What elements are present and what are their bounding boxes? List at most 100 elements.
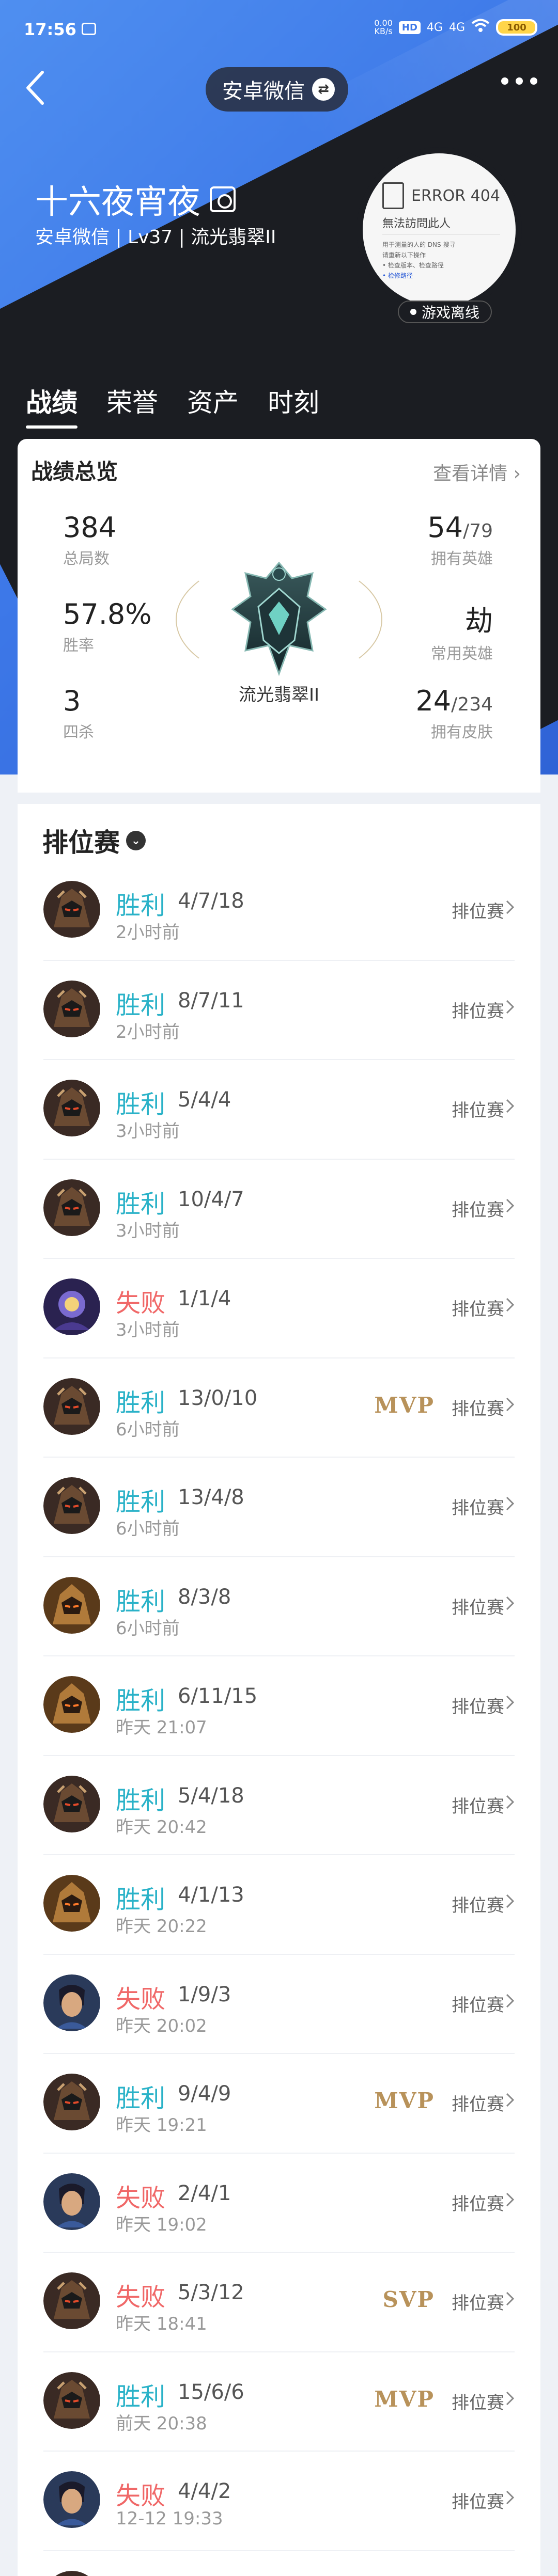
- match-kda: 10/4/7: [178, 1187, 244, 1211]
- match-time: 昨天 20:22: [116, 1916, 207, 1937]
- match-mode: 排位赛: [452, 1995, 504, 2016]
- match-time: 6小时前: [116, 1419, 180, 1440]
- match-row[interactable]: 胜利 4/1/13 昨天 20:22 排位赛: [43, 1855, 515, 1955]
- chevron-right-icon: [505, 2192, 515, 2207]
- hero-avatar-icon: [43, 2074, 100, 2130]
- tab-record[interactable]: 战绩: [26, 382, 78, 429]
- match-row[interactable]: 胜利 9/4/9 昨天 19:21 MVP 排位赛: [43, 2054, 515, 2154]
- status-dot-icon: [410, 309, 416, 315]
- match-mode: 排位赛: [452, 1697, 504, 1717]
- match-mode: 排位赛: [452, 1199, 504, 1221]
- back-button[interactable]: [21, 67, 52, 108]
- stat-heroes-label: 拥有英雄: [431, 550, 493, 568]
- match-result: 失败: [116, 2183, 166, 2212]
- match-row[interactable]: 胜利 13/4/8 6小时前 排位赛: [43, 1458, 515, 1557]
- match-mode: 排位赛: [452, 2293, 504, 2314]
- stat-common-hero-label: 常用英雄: [431, 645, 493, 663]
- match-time: 昨天 21:07: [116, 1717, 207, 1738]
- more-button[interactable]: [501, 77, 537, 85]
- match-kda: 15/6/6: [178, 2380, 244, 2404]
- chevron-right-icon: [505, 2391, 515, 2406]
- chevron-right-icon: [505, 1397, 515, 1412]
- match-row[interactable]: 胜利 8/7/11 2小时前 排位赛: [43, 961, 515, 1060]
- match-mode: 排位赛: [452, 1597, 504, 1618]
- hero-avatar-icon: [43, 1974, 100, 2031]
- chevron-right-icon: [505, 1098, 515, 1114]
- stat-quadra-label: 四杀: [63, 723, 94, 741]
- stat-common-hero[interactable]: 劫 常用英雄: [431, 598, 493, 663]
- match-row[interactable]: 胜利 15/6/6 前天 20:38 MVP 排位赛: [43, 2352, 515, 2452]
- match-result: 胜利: [116, 891, 166, 920]
- hero-avatar-icon: [43, 1676, 100, 1733]
- chevron-right-icon: [505, 899, 515, 915]
- chevron-right-icon: [505, 1297, 515, 1313]
- stat-total-games-value: 384: [63, 511, 117, 544]
- stat-skins-value: 24: [415, 685, 452, 717]
- match-result: 失败: [116, 1984, 166, 2014]
- chevron-right-icon: [505, 999, 515, 1015]
- hero-avatar-icon: [43, 2471, 100, 2528]
- hero-avatar-icon: [43, 1875, 100, 1932]
- avatar-bullet2: • 检修路径: [382, 272, 413, 279]
- match-time: 昨天 20:02: [116, 2015, 207, 2036]
- match-mode: 排位赛: [452, 2492, 504, 2512]
- view-details-link[interactable]: 查看详情 ›: [433, 459, 521, 485]
- match-row[interactable]: 胜利 6/11/15 昨天 21:07 排位赛: [43, 1656, 515, 1756]
- stat-quadra-kills: 3 四杀: [63, 685, 94, 742]
- match-time: 12-12 19:33: [116, 2508, 223, 2529]
- match-row[interactable]: 胜利 4/7/18 2小时前 排位赛: [43, 861, 515, 961]
- stat-heroes-total: /79: [463, 520, 493, 542]
- hero-avatar-icon: [43, 980, 100, 1037]
- match-row[interactable]: 胜利 5/4/4 3小时前 排位赛: [43, 1060, 515, 1160]
- chevron-right-icon: [505, 1595, 515, 1611]
- account-chip-label: 安卓微信: [222, 80, 305, 103]
- tab-honor[interactable]: 荣誉: [106, 382, 158, 429]
- match-row[interactable]: 胜利 5/4/18 昨天 20:42 排位赛: [43, 1756, 515, 1855]
- stat-skins[interactable]: 24/234 拥有皮肤: [415, 685, 493, 742]
- match-row[interactable]: 失败 1/1/4 3小时前 排位赛: [43, 1259, 515, 1358]
- match-kda: 13/0/10: [178, 1386, 258, 1410]
- match-row[interactable]: 失败 2/4/1 昨天 19:02 排位赛: [43, 2154, 515, 2253]
- match-result: 胜利: [116, 1785, 166, 1815]
- avatar-line1: 用于测量的人的 DNS 搜寻: [382, 241, 456, 248]
- more-dot-icon: [530, 77, 537, 85]
- match-row[interactable]: 胜利 8/3/8 6小时前 排位赛: [43, 1557, 515, 1656]
- summary-title: 战绩总览: [31, 459, 118, 484]
- hero-avatar-icon: [43, 1080, 100, 1136]
- ranked-filter[interactable]: 排位赛 ⌄: [42, 822, 146, 859]
- match-row[interactable]: 失败 5/3/12 昨天 18:41 SVP 排位赛: [43, 2253, 515, 2352]
- match-result: 失败: [116, 2482, 166, 2510]
- match-kda: 4/1/13: [178, 1883, 244, 1907]
- tab-moments[interactable]: 时刻: [268, 382, 319, 429]
- player-name-row: 十六夜宵夜: [35, 176, 236, 223]
- match-mode: 排位赛: [452, 1001, 504, 1022]
- rank-name: 流光翡翠II: [238, 685, 320, 705]
- avatar-image: ERROR 404 無法訪問此人 用于测量的人的 DNS 搜寻 请重新以下操作 …: [363, 153, 516, 306]
- account-switch-chip[interactable]: 安卓微信 ⇄: [206, 67, 348, 112]
- section-divider: [18, 793, 540, 804]
- match-result: 胜利: [116, 2084, 166, 2113]
- avatar[interactable]: ERROR 404 無法訪問此人 用于测量的人的 DNS 搜寻 请重新以下操作 …: [357, 147, 522, 312]
- tab-assets[interactable]: 资产: [187, 382, 239, 429]
- online-status-label: 游戏离线: [422, 304, 480, 321]
- match-time: 6小时前: [116, 1618, 180, 1639]
- match-row[interactable]: 胜利 10/4/7 3小时前 排位赛: [43, 1160, 515, 1259]
- hero-avatar-icon: [43, 2372, 100, 2429]
- stat-skins-total: /234: [451, 694, 493, 715]
- stat-heroes[interactable]: 54/79 拥有英雄: [427, 511, 493, 568]
- camera-icon[interactable]: [210, 186, 236, 212]
- match-row[interactable]: 胜利 13/0/10 6小时前 MVP 排位赛: [43, 1358, 515, 1458]
- match-row[interactable]: 失败 4/4/2 12-12 19:33 排位赛: [43, 2452, 515, 2551]
- match-kda: 8/7/11: [178, 988, 244, 1013]
- match-result: 失败: [116, 1289, 166, 1318]
- avatar-details: 用于测量的人的 DNS 搜寻 请重新以下操作 • 检查版本、检查路径 • 检修路…: [382, 240, 500, 281]
- avatar-error-text: ERROR 404: [411, 186, 500, 205]
- chevron-down-icon: ⌄: [126, 831, 146, 850]
- match-row[interactable]: 失败0/4/0: [43, 2551, 515, 2576]
- match-row[interactable]: 失败 1/9/3 昨天 20:02 排位赛: [43, 1955, 515, 2054]
- match-result: 胜利: [116, 1388, 166, 1417]
- match-time: 3小时前: [116, 1320, 180, 1340]
- hero-avatar-icon: [43, 1378, 100, 1435]
- message-icon: [82, 23, 96, 35]
- hero-avatar-icon: [43, 2173, 100, 2230]
